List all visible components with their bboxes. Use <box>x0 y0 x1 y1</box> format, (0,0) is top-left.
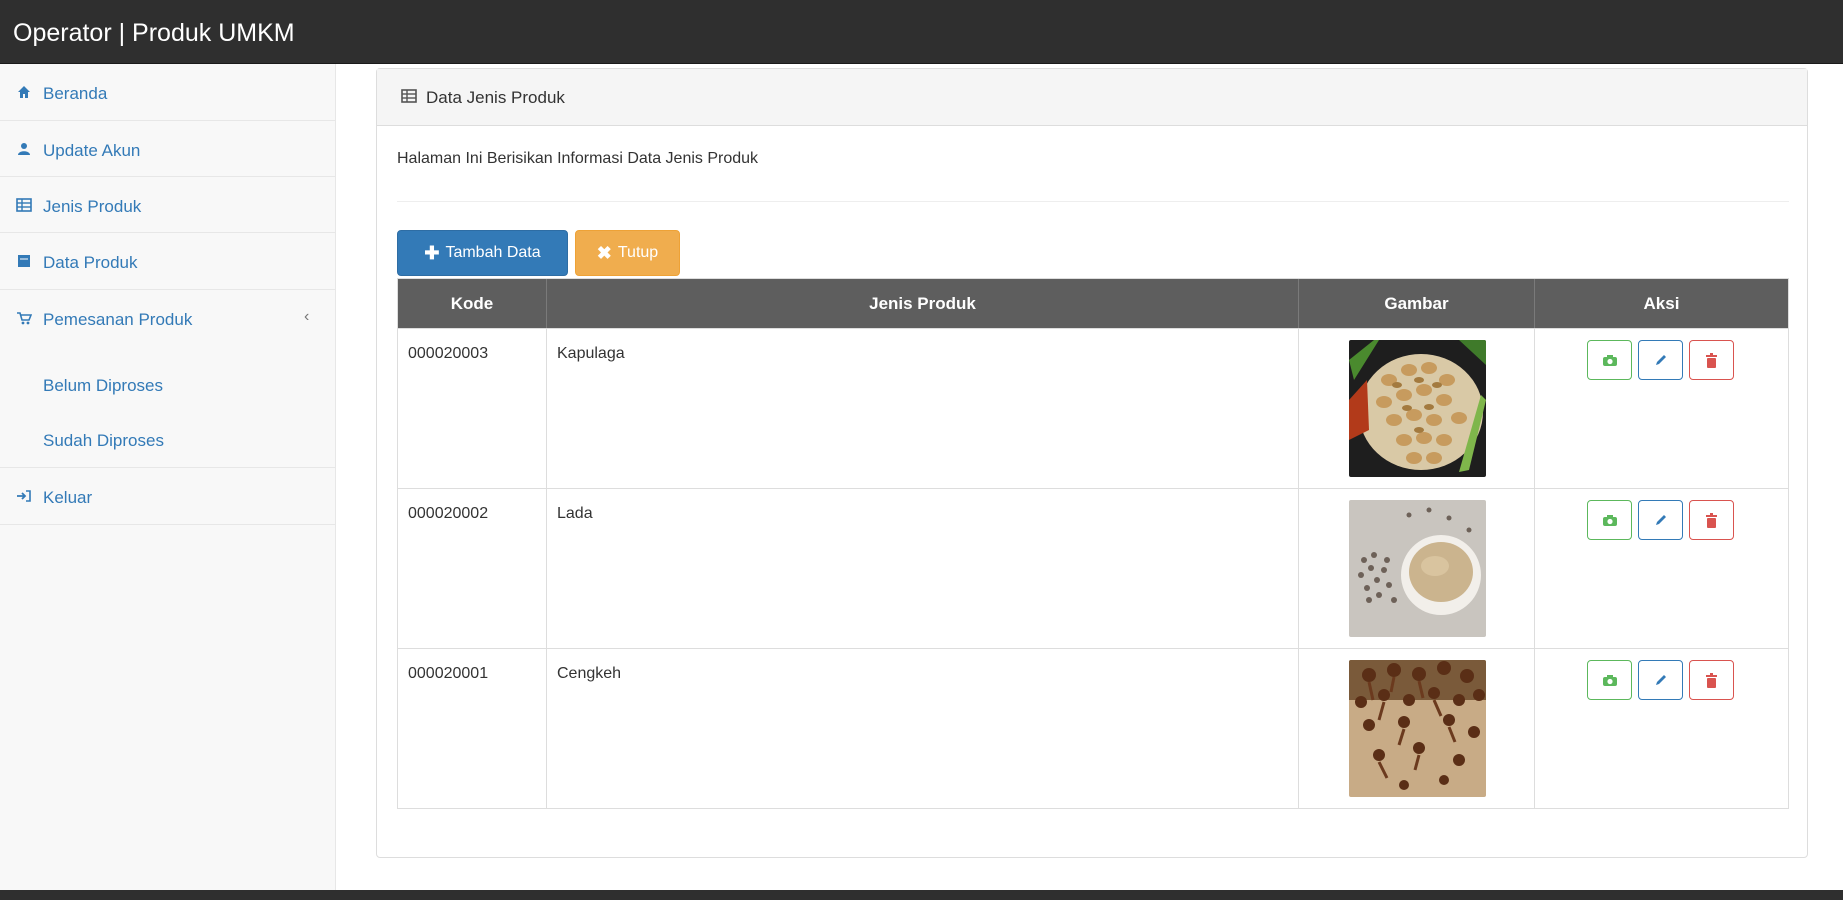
product-type-table: Kode Jenis Produk Gambar Aksi 000020003 … <box>397 278 1789 809</box>
cell-kode: 000020003 <box>408 345 489 362</box>
bottom-edge <box>0 890 1843 900</box>
sidebar-item-beranda[interactable]: Beranda <box>0 64 335 121</box>
delete-button[interactable] <box>1689 340 1734 380</box>
cell-jenis-produk: Kapulaga <box>557 345 625 362</box>
table-row: 000020001 Cengkeh <box>398 648 1788 809</box>
shopping-icon <box>16 310 32 326</box>
trash-icon <box>1706 672 1717 688</box>
close-button[interactable]: ✖ Tutup <box>575 230 680 276</box>
row-actions <box>1587 660 1734 700</box>
product-image-kapulaga <box>1349 340 1486 477</box>
add-data-label: Tambah Data <box>445 244 541 261</box>
table-icon <box>16 197 32 213</box>
column-header-gambar: Gambar <box>1299 279 1535 328</box>
trash-icon <box>1706 512 1717 528</box>
column-header-aksi: Aksi <box>1643 293 1680 313</box>
sidebar-item-update-akun[interactable]: Update Akun <box>0 121 335 177</box>
photo-button[interactable] <box>1587 660 1632 700</box>
pencil-icon <box>1655 515 1666 525</box>
book-icon <box>16 253 32 269</box>
edit-button[interactable] <box>1638 340 1683 380</box>
pencil-icon <box>1655 355 1666 365</box>
cell-kode: 000020001 <box>408 665 489 682</box>
table-icon <box>401 89 417 105</box>
column-header-kode: Kode <box>398 279 547 328</box>
sidebar-subitem-label: Belum Diproses <box>43 376 163 395</box>
close-icon: ✖ <box>596 242 612 263</box>
sidebar-item-keluar[interactable]: Keluar <box>0 468 335 525</box>
sidebar-subitem-sudah-diproses[interactable]: Sudah Diproses <box>0 419 335 467</box>
close-label: Tutup <box>617 244 659 261</box>
panel-heading: Data Jenis Produk <box>377 69 1807 126</box>
table-header: Kode Jenis Produk Gambar Aksi <box>398 279 1788 328</box>
edit-button[interactable] <box>1638 500 1683 540</box>
camera-icon <box>1602 354 1617 366</box>
product-image-lada <box>1349 500 1486 637</box>
cell-jenis-produk: Lada <box>557 505 593 522</box>
home-icon <box>16 84 32 100</box>
sidebar-item-label: Update Akun <box>43 141 141 160</box>
cell-kode: 000020002 <box>408 505 489 522</box>
panel-title: Data Jenis Produk <box>426 88 565 107</box>
plus-icon: ✚ <box>424 242 440 263</box>
sidebar-item-jenis-produk[interactable]: Jenis Produk <box>0 177 335 233</box>
photo-button[interactable] <box>1587 340 1632 380</box>
table-row: 000020002 Lada <box>398 488 1788 649</box>
delete-button[interactable] <box>1689 660 1734 700</box>
user-icon <box>16 141 32 157</box>
delete-button[interactable] <box>1689 500 1734 540</box>
pencil-icon <box>1655 675 1666 685</box>
sidebar: Beranda Update Akun Jenis Produk Data Pr… <box>0 64 336 890</box>
column-header-jenis-produk: Jenis Produk <box>547 279 1299 328</box>
sidebar-item-label: Data Produk <box>43 253 138 272</box>
sidebar-subitem-belum-diproses[interactable]: Belum Diproses <box>0 364 335 412</box>
panel-intro-text: Halaman Ini Berisikan Informasi Data Jen… <box>397 150 759 167</box>
sidebar-item-data-produk[interactable]: Data Produk <box>0 233 335 290</box>
camera-icon <box>1602 514 1617 526</box>
photo-button[interactable] <box>1587 500 1632 540</box>
cell-jenis-produk: Cengkeh <box>557 665 622 682</box>
sidebar-subitem-label: Sudah Diproses <box>43 431 164 450</box>
row-actions <box>1587 340 1734 380</box>
edit-button[interactable] <box>1638 660 1683 700</box>
row-actions <box>1587 500 1734 540</box>
app-brand[interactable]: Operator | Produk UMKM <box>13 19 295 48</box>
camera-icon <box>1602 674 1617 686</box>
sidebar-item-label: Keluar <box>43 488 93 507</box>
top-navbar: Operator | Produk UMKM <box>0 0 1843 64</box>
trash-icon <box>1706 352 1717 368</box>
sidebar-item-label: Beranda <box>43 84 108 103</box>
logout-icon <box>16 488 32 504</box>
add-data-button[interactable]: ✚ Tambah Data <box>397 230 568 276</box>
divider <box>397 201 1789 202</box>
sidebar-item-label: Pemesanan Produk <box>43 310 193 329</box>
sidebar-item-label: Jenis Produk <box>43 197 142 216</box>
table-row: 000020003 Kapulaga <box>398 328 1788 489</box>
chevron-left-icon[interactable]: ‹ <box>304 308 309 326</box>
product-image-cengkeh <box>1349 660 1486 797</box>
content-panel: Data Jenis Produk Halaman Ini Berisikan … <box>376 68 1808 858</box>
